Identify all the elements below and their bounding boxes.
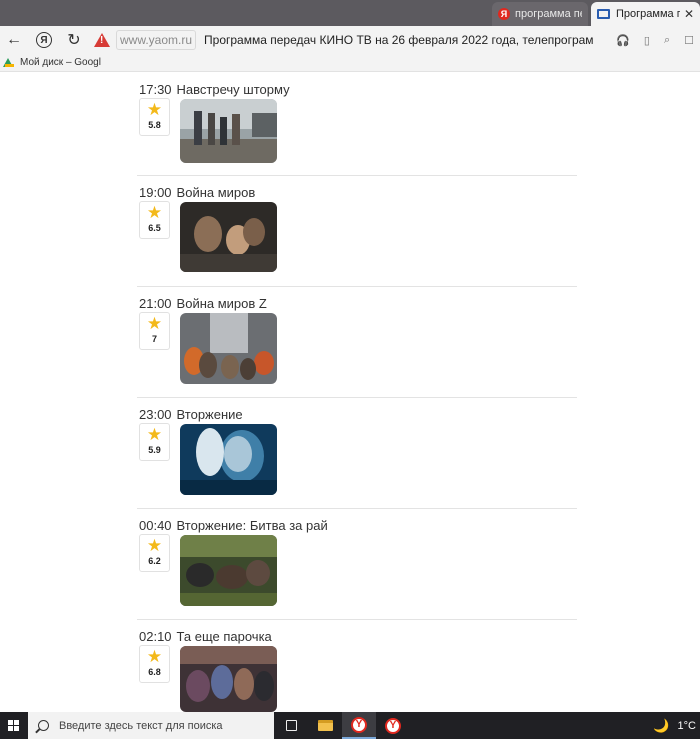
address-bar: ← Я ↻ www.yaom.ru Программа передач КИНО… <box>0 26 700 54</box>
task-view-icon <box>285 720 297 731</box>
program-title: Война миров Z <box>176 296 267 311</box>
tab-label: программа пер <box>515 8 582 20</box>
program-time: 02:10 <box>139 629 172 644</box>
tab-yandex-search[interactable]: Я программа пер <box>492 2 588 26</box>
program-title: Война миров <box>176 185 256 200</box>
program-item[interactable]: 00:40 Вторжение: Битва за рай ★ 6.2 <box>137 509 577 620</box>
close-tab-icon[interactable]: ✕ <box>684 7 694 21</box>
taskbar-search-placeholder: Введите здесь текст для поиска <box>59 719 223 732</box>
zoom-icon[interactable]: ⌕ <box>664 34 670 47</box>
system-tray: 🌙 1°C <box>653 718 700 734</box>
windows-start-icon[interactable] <box>0 712 26 739</box>
program-item[interactable]: 02:10 Та еще парочка ★ 6.8 <box>137 620 577 712</box>
tab-label: Программа п <box>616 8 680 20</box>
star-icon: ★ <box>146 100 163 119</box>
rating-badge: ★ 5.9 <box>139 423 170 461</box>
rating-badge: ★ 5.8 <box>139 98 170 136</box>
program-thumbnail[interactable] <box>180 99 277 163</box>
reader-icon[interactable]: ▯ <box>644 34 650 47</box>
program-item[interactable]: 17:30 Навстречу шторму ★ 5.8 <box>137 72 577 176</box>
headphones-icon[interactable]: 🎧 <box>616 34 630 47</box>
folder-icon <box>317 720 333 731</box>
star-icon: ★ <box>146 425 163 444</box>
rating-score: 7 <box>151 334 157 344</box>
bookmark-google-drive[interactable]: Мой диск – Googl <box>20 57 101 68</box>
rating-score: 5.8 <box>148 120 161 130</box>
program-thumbnail[interactable] <box>180 424 277 495</box>
task-view-button[interactable] <box>274 712 308 739</box>
program-item[interactable]: 19:00 Война миров ★ 6.5 <box>137 176 577 287</box>
rating-badge: ★ 6.2 <box>139 534 170 572</box>
program-thumbnail[interactable] <box>180 202 277 272</box>
program-time: 19:00 <box>139 185 172 200</box>
star-icon: ★ <box>146 314 163 333</box>
weather-moon-icon[interactable]: 🌙 <box>653 718 669 734</box>
program-thumbnail[interactable] <box>180 646 277 712</box>
program-heading[interactable]: 21:00 Война миров Z <box>139 296 267 311</box>
program-heading[interactable]: 00:40 Вторжение: Битва за рай <box>139 518 328 533</box>
program-time: 21:00 <box>139 296 172 311</box>
yandex-icon: Я <box>498 8 510 20</box>
file-explorer-button[interactable] <box>308 712 342 739</box>
reload-button[interactable]: ↻ <box>60 26 88 54</box>
back-button[interactable]: ← <box>0 26 28 54</box>
program-thumbnail[interactable] <box>180 535 277 606</box>
program-thumbnail[interactable] <box>180 313 277 384</box>
search-icon <box>38 720 49 731</box>
weather-temperature[interactable]: 1°C <box>678 720 696 732</box>
program-heading[interactable]: 23:00 Вторжение <box>139 407 243 422</box>
bookmarks-bar: Мой диск – Googl <box>0 54 700 72</box>
star-icon: ★ <box>146 203 163 222</box>
tab-active-program[interactable]: Программа п ✕ <box>591 2 700 26</box>
program-time: 00:40 <box>139 518 172 533</box>
star-icon: ★ <box>146 536 163 555</box>
tab-strip: Я программа пер Программа п ✕ <box>0 0 700 26</box>
tv-icon <box>597 9 610 19</box>
rating-score: 5.9 <box>148 445 161 455</box>
program-item[interactable]: 21:00 Война миров Z ★ 7 <box>137 287 577 398</box>
rating-score: 6.8 <box>148 667 161 677</box>
yandex-browser-icon: Y <box>351 716 367 733</box>
rating-badge: ★ 6.5 <box>139 201 170 239</box>
rating-badge: ★ 7 <box>139 312 170 350</box>
page-title[interactable]: Программа передач КИНО ТВ на 26 февраля … <box>204 33 594 47</box>
program-item[interactable]: 23:00 Вторжение ★ 5.9 <box>137 398 577 509</box>
yandex-browser-icon: Y <box>385 717 401 734</box>
program-title: Та еще парочка <box>176 629 272 644</box>
address-bar-actions: 🎧 ▯ ⌕ ☐ <box>616 26 694 54</box>
warning-icon[interactable] <box>94 33 110 47</box>
url-domain[interactable]: www.yaom.ru <box>116 30 197 50</box>
program-time: 17:30 <box>139 82 172 97</box>
program-heading[interactable]: 02:10 Та еще парочка <box>139 629 272 644</box>
rating-score: 6.5 <box>148 223 161 233</box>
star-icon: ★ <box>146 647 163 666</box>
windows-taskbar: Введите здесь текст для поиска Y Y 🌙 1°C <box>0 712 700 739</box>
rating-badge: ★ 6.8 <box>139 645 170 683</box>
yandex-home-button[interactable]: Я <box>36 32 52 48</box>
rating-score: 6.2 <box>148 556 161 566</box>
program-title: Вторжение <box>176 407 243 422</box>
yandex-browser-button[interactable]: Y <box>376 712 410 739</box>
taskbar-search-input[interactable]: Введите здесь текст для поиска <box>28 712 274 739</box>
program-time: 23:00 <box>139 407 172 422</box>
program-heading[interactable]: 17:30 Навстречу шторму <box>139 82 290 97</box>
google-drive-icon <box>3 57 14 68</box>
program-title: Вторжение: Битва за рай <box>176 518 328 533</box>
program-heading[interactable]: 19:00 Война миров <box>139 185 255 200</box>
program-title: Навстречу шторму <box>176 82 290 97</box>
yandex-browser-button-active[interactable]: Y <box>342 712 376 739</box>
bookmark-icon[interactable]: ☐ <box>684 34 694 47</box>
tv-schedule: 17:30 Навстречу шторму ★ 5.8 19:00 Война м… <box>0 72 700 712</box>
